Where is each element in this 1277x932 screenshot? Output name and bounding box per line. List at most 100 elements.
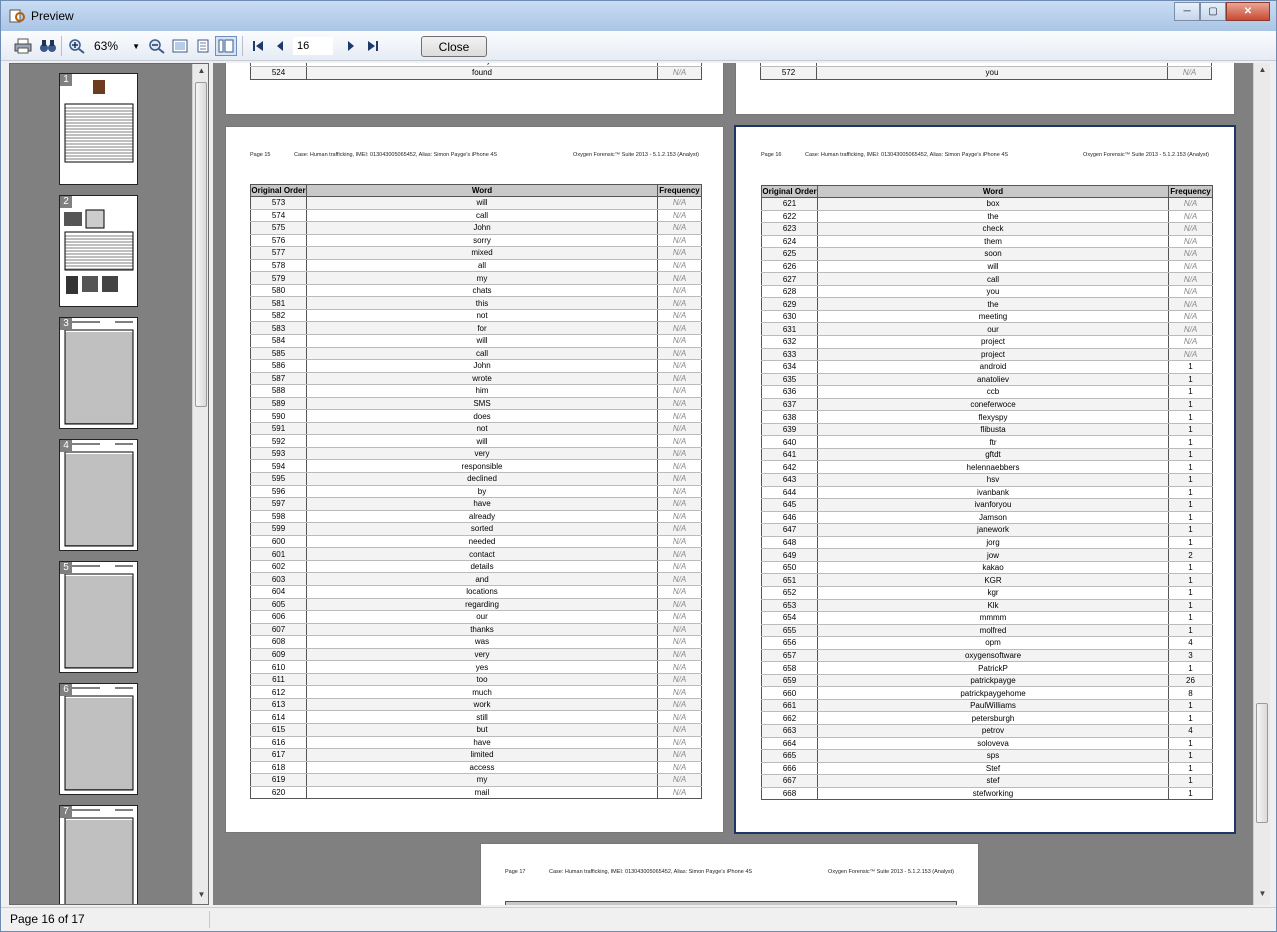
table-header-row: Original Order Word Frequency [761,185,1213,198]
frequency-cell: N/A [657,598,702,612]
thumbnail-number: 7 [60,806,72,818]
page-thumbnail[interactable]: 6 [59,683,138,795]
table-row: 627 call N/A [761,272,1213,286]
frequency-cell: N/A [657,485,702,499]
word-cell: project [817,335,1169,349]
frequency-cell: 1 [1168,762,1213,776]
order-cell: 663 [761,724,818,738]
frequency-cell: 1 [1168,460,1213,475]
order-cell: 599 [250,522,307,536]
word-cell: and [306,572,658,586]
page-thumbnail[interactable]: 2 [59,195,138,307]
title-bar[interactable]: Preview ─ ▢ ✕ [1,1,1276,31]
column-header: Original Order [761,185,818,198]
frequency-cell: N/A [657,635,702,649]
order-cell: 578 [250,259,307,273]
page-thumbnail[interactable]: 4 [59,439,138,551]
minimize-button[interactable]: ─ [1174,2,1200,21]
order-cell: 654 [761,611,818,625]
order-cell: 584 [250,334,307,348]
order-cell: 610 [250,660,307,674]
word-cell: too [306,673,658,687]
frequency-cell: 1 [1168,373,1213,387]
table-row: 615 but N/A [250,723,702,737]
table-row: 618 access N/A [250,761,702,775]
order-cell: 581 [250,296,307,310]
order-cell: 628 [761,285,818,299]
print-icon[interactable] [13,36,33,56]
first-page-icon[interactable] [248,36,268,56]
table-row: 623 check N/A [761,222,1213,236]
close-button[interactable]: Close [421,36,487,57]
order-cell: 627 [761,272,818,286]
order-cell: 607 [250,623,307,637]
frequency-cell: N/A [1168,247,1213,261]
preview-scrollbar[interactable]: ▲ ▼ [1253,63,1270,905]
table-row: 630 meeting N/A [761,310,1213,324]
zoom-out-icon[interactable] [147,36,167,56]
order-cell: 585 [250,347,307,361]
next-page-icon[interactable] [341,36,361,56]
page-16: Page 16 Case: Human trafficking, IMEI: 0… [734,125,1236,834]
maximize-button[interactable]: ▢ [1200,2,1226,21]
page-thumbnail[interactable]: 1 [59,73,138,185]
table-row: 608 was N/A [250,635,702,649]
page-number-input[interactable]: 16 [293,37,333,55]
frequency-cell: N/A [1168,235,1213,249]
table-row: 616 have N/A [250,736,702,750]
page-thumbnail[interactable]: 5 [59,561,138,673]
table-row: 591 not N/A [250,422,702,436]
table-row: 579 my N/A [250,271,702,285]
order-cell: 617 [250,748,307,762]
word-cell: work [306,698,658,712]
table-row: 650 kakao 1 [761,561,1213,575]
word-cell: android [817,360,1169,374]
page-thumbnail[interactable]: 7 [59,805,138,904]
word-cell: hsv [817,473,1169,487]
page-thumbnail[interactable]: 3 [59,317,138,429]
order-cell: 639 [761,423,818,437]
toolbar: 63% ▼ 16 Close [1,31,1276,61]
word-cell: soon [817,247,1169,261]
frequency-cell: N/A [657,284,702,298]
frequency-cell: N/A [657,585,702,599]
thumbnail-scrollbar[interactable]: ▲ ▼ [192,64,208,904]
word-cell: jow [817,548,1169,562]
order-cell: 591 [250,422,307,436]
column-header: Frequency [1168,185,1213,198]
thumbnails-toggle-icon[interactable] [215,36,237,56]
word-cell: wrote [306,372,658,386]
zoom-select[interactable]: 63% ▼ [94,37,142,55]
order-cell: 642 [761,460,818,475]
order-cell: 623 [761,222,818,236]
frequency-cell: 8 [1168,686,1213,700]
word-cell: was [306,635,658,649]
table-row: 647 janework 1 [761,523,1213,537]
order-cell: 601 [250,547,307,561]
table-row: 600 needed N/A [250,535,702,549]
table-row: 587 wrote N/A [250,372,702,386]
frequency-cell: 1 [1168,699,1213,713]
order-cell: 633 [761,348,818,362]
word-cell: kakao [817,561,1169,575]
frequency-cell: N/A [657,510,702,524]
previous-page-icon[interactable] [270,36,290,56]
frequency-cell: N/A [657,359,702,373]
frequency-cell: N/A [1168,197,1213,211]
last-page-icon[interactable] [363,36,383,56]
table-row: 655 molfred 1 [761,624,1213,638]
frequency-cell: N/A [1168,285,1213,299]
binoculars-icon[interactable] [38,36,58,56]
page-width-icon[interactable] [193,36,213,56]
frequency-cell: 1 [1168,435,1213,449]
window-close-button[interactable]: ✕ [1226,2,1270,21]
order-cell: 589 [250,397,307,411]
single-page-icon[interactable] [170,36,190,56]
order-cell: 638 [761,410,818,424]
word-cell: very [306,648,658,662]
frequency-cell: 1 [1168,787,1213,801]
word-cell: KGR [817,573,1169,587]
order-cell: 524 [250,66,307,80]
word-cell: locations [306,585,658,599]
zoom-in-icon[interactable] [67,36,87,56]
